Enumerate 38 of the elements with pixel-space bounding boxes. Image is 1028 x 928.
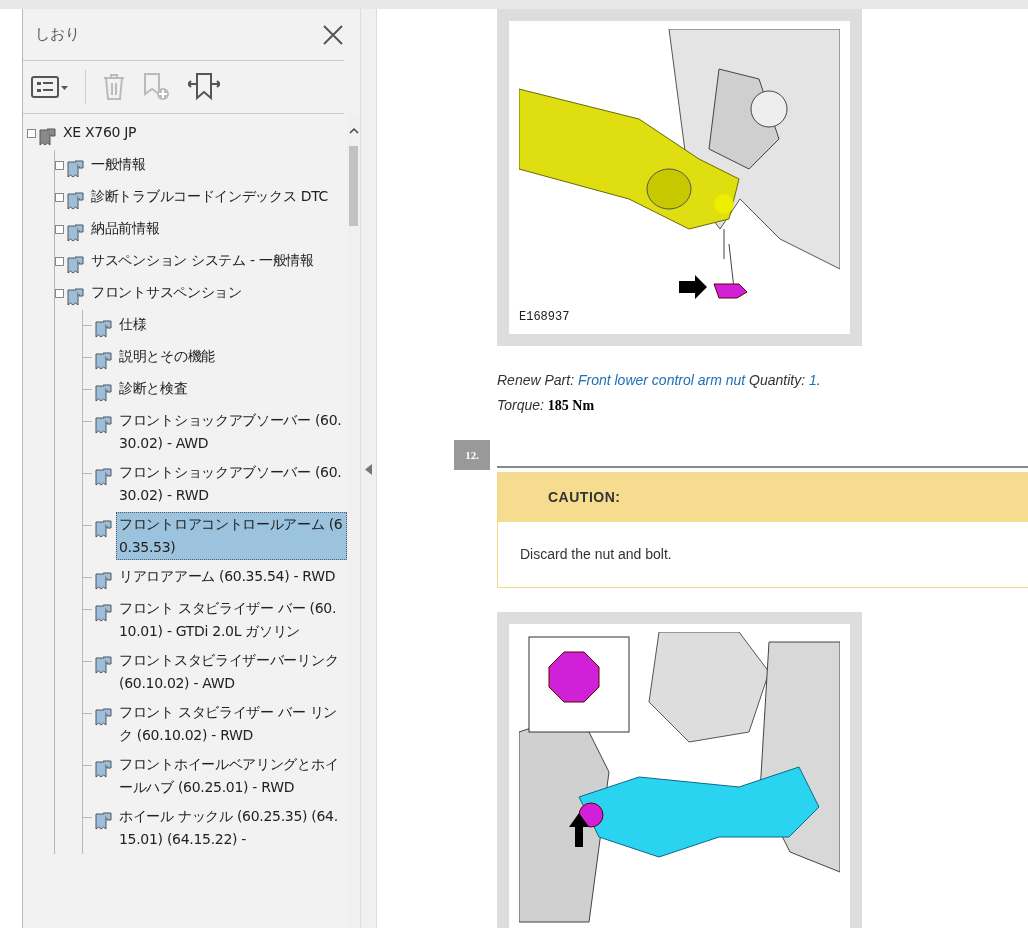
options-menu-icon[interactable] [31,74,69,100]
part-link[interactable]: Front lower control arm nut [577,372,746,388]
expander-box[interactable] [55,289,64,298]
bookmark-item[interactable]: フロントサスペンション [88,280,245,305]
bookmark-item[interactable]: 説明とその機能 [116,344,218,369]
renew-part-text: Renew Part: Front lower control arm nut Quantity: 1. [497,371,822,390]
bookmark-item[interactable]: サスペンション システム - 一般情報 [88,248,317,273]
expander-box[interactable] [55,161,64,170]
close-icon[interactable] [322,22,344,47]
torque-text: Torque: 185 Nm [497,396,596,415]
bookmark-item[interactable]: 診断トラブルコードインデックス DTC [88,184,332,209]
expand-bookmark-icon[interactable] [188,72,220,102]
bookmark-item[interactable]: 一般情報 [88,152,149,177]
bookmark-item[interactable]: フロント スタビライザー バー (60.10.01) - GTDi 2.0L ガソリン [116,596,347,644]
expander-box[interactable] [55,225,64,234]
bookmark-item[interactable]: XE X760 JP [60,120,140,145]
scroll-thumb[interactable] [349,146,358,226]
bookmark-item[interactable]: フロント スタビライザー バー リンク (60.10.02) - RWD [116,700,347,748]
expander-box[interactable] [27,129,36,138]
figure-caption: E168937 [519,309,571,326]
bookmark-item[interactable]: ホイール ナックル (60.25.35) (64.15.01) (64.15.22) - [116,804,347,852]
panel-title: しおり [34,24,80,46]
bookmark-item[interactable]: フロントショックアブソーバー (60.30.02) - AWD [116,408,347,456]
caution-title: CAUTION: [498,473,1028,522]
bookmark-item[interactable]: フロントロアコントロールアーム (60.35.53) [116,512,347,560]
quantity-link[interactable]: 1 [809,372,817,388]
bookmark-item[interactable]: フロントショックアブソーバー (60.30.02) - RWD [116,460,347,508]
add-bookmark-icon[interactable] [142,72,172,102]
bookmark-item[interactable]: リアロアアーム (60.35.54) - RWD [116,564,339,589]
bookmark-item[interactable]: 診断と検査 [116,376,191,401]
bookmark-item[interactable]: 仕様 [116,312,150,337]
expander-box[interactable] [55,193,64,202]
bookmark-item[interactable]: 納品前情報 [88,216,163,241]
bookmark-item[interactable]: フロントホイールベアリングとホイールハブ (60.25.01) - RWD [116,752,347,800]
step-number: 12. [454,440,490,470]
caution-text: Discard the nut and bolt. [519,545,673,564]
bookmark-item[interactable]: フロントスタビライザーバーリンク (60.10.02) - AWD [116,648,347,696]
expander-box[interactable] [55,257,64,266]
